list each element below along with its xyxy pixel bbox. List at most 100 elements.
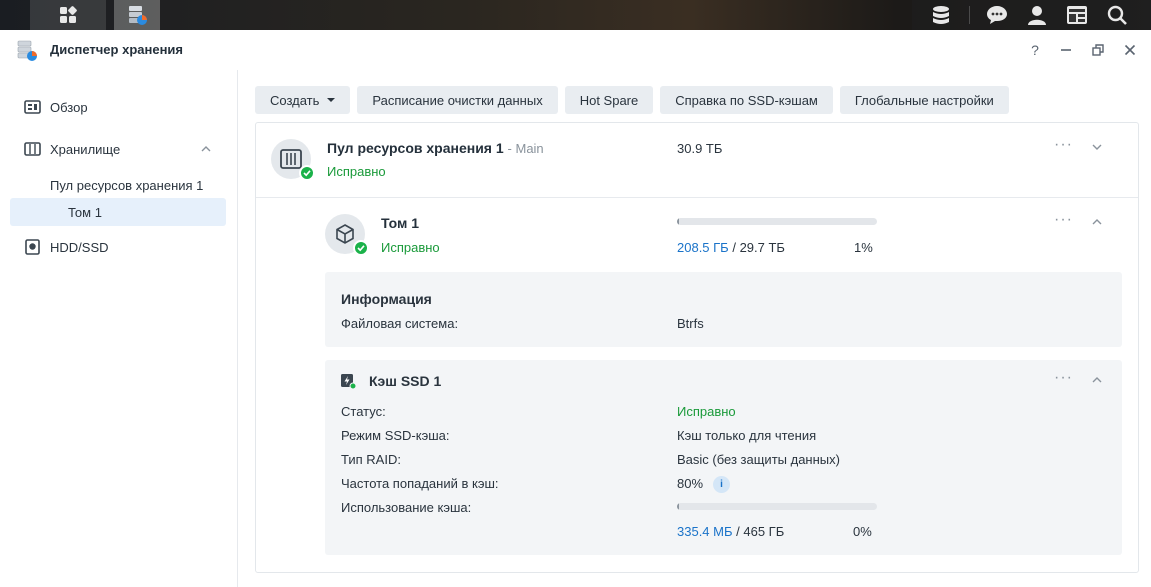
sidebar-item-overview[interactable]: Обзор	[10, 93, 226, 121]
sidebar-item-label: Обзор	[50, 99, 88, 115]
chevron-down-icon[interactable]	[1090, 140, 1104, 154]
hit-rate-row: 80% i	[677, 476, 731, 494]
widgets-button[interactable]	[1058, 0, 1096, 30]
hot-spare-button[interactable]: Hot Spare	[564, 86, 654, 114]
main-menu-button[interactable]	[30, 0, 106, 30]
cache-total: / 465 ГБ	[736, 524, 785, 539]
filesystem-label: Файловая система:	[341, 316, 459, 331]
taskbar	[0, 0, 1151, 30]
restore-icon	[1092, 44, 1104, 56]
create-dropdown-button[interactable]: Создать	[255, 86, 351, 114]
volume-percent: 1%	[854, 240, 873, 255]
storage-manager-task[interactable]	[114, 0, 160, 30]
cache-mode-label: Режим SSD-кэша:	[341, 428, 450, 443]
global-settings-button[interactable]: Глобальные настройки	[839, 86, 1009, 114]
sidebar: Обзор Хранилище Пул ресурсов хранения 1 …	[0, 70, 238, 587]
chevron-up-icon[interactable]	[200, 144, 212, 154]
user-button[interactable]	[1018, 0, 1056, 30]
cache-status-label: Статус:	[341, 404, 386, 419]
sidebar-item-label: Хранилище	[50, 141, 121, 157]
storage-manager-icon	[129, 6, 147, 25]
healthy-check-icon	[353, 240, 369, 256]
cache-usage-fill	[677, 503, 679, 510]
help-button[interactable]: ?	[1025, 40, 1045, 60]
pool-suffix: - Main	[507, 141, 544, 156]
storage-pool-icon	[271, 139, 315, 181]
cube-icon	[336, 224, 354, 244]
toolbar: Создать Расписание очистки данных Hot Sp…	[255, 86, 1009, 114]
window-title: Диспетчер хранения	[50, 42, 184, 57]
pool-more-icon[interactable]: ···	[1054, 136, 1073, 154]
close-button[interactable]	[1120, 40, 1140, 60]
volume-usage-fill	[677, 218, 679, 225]
chevron-up-icon[interactable]	[1090, 373, 1104, 387]
cache-usage-bar	[677, 503, 877, 510]
volume-name: Том 1	[381, 215, 420, 231]
sidebar-item-label: Том 1	[68, 205, 102, 220]
pool-title: Пул ресурсов хранения 1 - Main	[327, 140, 544, 156]
cache-more-icon[interactable]: ···	[1054, 369, 1073, 387]
storage-status-button[interactable]	[922, 0, 960, 30]
info-card: Информация Файловая система: Btrfs	[325, 272, 1122, 347]
pool-status: Исправно	[327, 164, 386, 179]
volume-row[interactable]: Том 1 Исправно 208.5 ГБ / 29.7 ТБ 1% ···	[256, 199, 1138, 269]
hdd-icon	[25, 239, 40, 255]
search-button[interactable]	[1098, 0, 1136, 30]
database-icon	[933, 6, 949, 24]
cache-usage-text: 335.4 МБ / 465 ГБ	[677, 524, 784, 539]
overview-icon	[24, 100, 41, 114]
volume-total: / 29.7 ТБ	[732, 240, 785, 255]
hit-rate-label: Частота попаданий в кэш:	[341, 476, 499, 491]
chat-button[interactable]	[978, 0, 1016, 30]
grid-icon	[60, 6, 77, 23]
filesystem-value: Btrfs	[677, 316, 704, 331]
minimize-button[interactable]	[1056, 40, 1076, 60]
create-label: Создать	[270, 92, 320, 108]
sidebar-item-label: HDD/SSD	[50, 239, 109, 255]
healthy-check-icon	[299, 165, 315, 181]
sidebar-item-hdd-ssd[interactable]: HDD/SSD	[10, 233, 226, 261]
cache-mode-value: Кэш только для чтения	[677, 428, 817, 443]
restore-button[interactable]	[1088, 40, 1108, 60]
volume-status: Исправно	[381, 240, 440, 255]
chat-icon	[987, 6, 1007, 24]
raid-type-value: Basic (без защиты данных)	[677, 452, 840, 467]
ssd-cache-advisor-button[interactable]: Справка по SSD-кэшам	[660, 86, 833, 114]
sidebar-item-label: Пул ресурсов хранения 1	[50, 178, 204, 193]
storage-manager-app-icon	[17, 40, 37, 61]
caret-down-icon	[327, 98, 336, 102]
info-heading: Информация	[341, 291, 432, 307]
storage-pool-row[interactable]: Пул ресурсов хранения 1 - Main Исправно …	[256, 123, 1138, 198]
sidebar-item-storage[interactable]: Хранилище	[10, 135, 226, 163]
chevron-up-icon[interactable]	[1090, 215, 1104, 229]
minimize-icon	[1061, 49, 1071, 51]
hit-rate-value: 80%	[677, 476, 704, 491]
sidebar-item-storage-pool-1[interactable]: Пул ресурсов хранения 1	[10, 171, 226, 199]
raid-type-label: Тип RAID:	[341, 452, 401, 467]
cache-usage-label: Использование кэша:	[341, 500, 472, 515]
ssd-cache-icon	[341, 374, 356, 389]
close-icon	[1124, 44, 1136, 56]
cache-used: 335.4 МБ	[677, 524, 733, 539]
nas-icon	[280, 149, 302, 169]
sidebar-item-volume-1[interactable]: Том 1	[10, 198, 226, 226]
cache-status-value: Исправно	[677, 404, 736, 419]
widgets-icon	[1067, 6, 1087, 24]
volume-icon	[325, 214, 369, 256]
volume-used: 208.5 ГБ	[677, 240, 729, 255]
storage-icon	[24, 142, 41, 156]
storage-panel: Пул ресурсов хранения 1 - Main Исправно …	[255, 122, 1139, 573]
cache-percent: 0%	[853, 524, 872, 539]
volume-usage-bar	[677, 218, 877, 225]
user-icon	[1028, 6, 1046, 25]
pool-name: Пул ресурсов хранения 1	[327, 140, 504, 156]
help-icon: ?	[1031, 42, 1039, 58]
data-scrubbing-schedule-button[interactable]: Расписание очистки данных	[357, 86, 558, 114]
volume-usage-text: 208.5 ГБ / 29.7 ТБ	[677, 240, 785, 255]
ssd-cache-card: Кэш SSD 1 ··· Статус: Исправно Режим SSD…	[325, 360, 1122, 555]
info-icon[interactable]: i	[713, 476, 731, 494]
search-icon	[1107, 5, 1127, 25]
window-titlebar: Диспетчер хранения ?	[0, 30, 1151, 70]
pool-size: 30.9 ТБ	[677, 141, 723, 156]
volume-more-icon[interactable]: ···	[1054, 211, 1073, 229]
